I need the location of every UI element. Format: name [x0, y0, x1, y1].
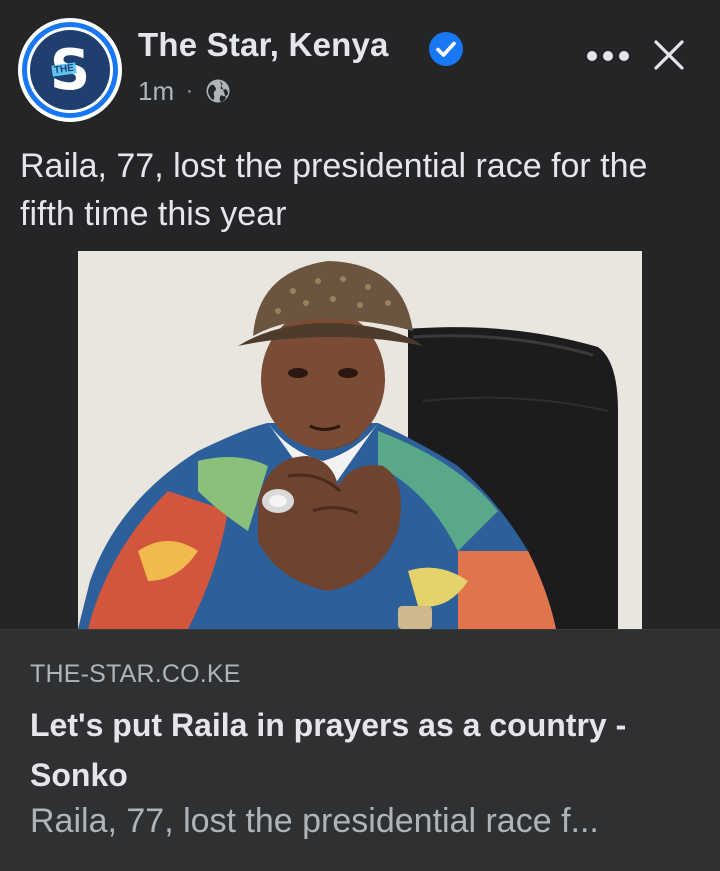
link-preview-card[interactable]: THE-STAR.CO.KE Let's put Raila in prayer… — [0, 629, 720, 871]
link-domain: THE-STAR.CO.KE — [30, 660, 241, 688]
verified-badge-icon — [429, 32, 463, 66]
link-title[interactable]: Let's put Raila in prayers as a country … — [30, 700, 700, 800]
meta-separator: · — [186, 79, 193, 102]
article-photo[interactable] — [78, 251, 642, 629]
link-preview-image-area[interactable] — [0, 251, 720, 629]
more-options-icon[interactable] — [584, 44, 632, 68]
post-timestamp[interactable]: 1m — [138, 76, 174, 107]
post-header: S THE The Star, Kenya 1m · — [0, 0, 720, 130]
page-avatar[interactable]: S THE — [18, 18, 122, 122]
facebook-post: S THE The Star, Kenya 1m · Raila, 77, l — [0, 0, 720, 871]
post-meta: 1m · — [138, 76, 231, 106]
page-name-link[interactable]: The Star, Kenya — [138, 26, 389, 64]
post-caption: Raila, 77, lost the presidential race fo… — [20, 147, 648, 233]
globe-icon[interactable] — [205, 78, 231, 104]
link-description: Raila, 77, lost the presidential race f.… — [30, 802, 599, 840]
close-icon[interactable] — [650, 36, 688, 74]
